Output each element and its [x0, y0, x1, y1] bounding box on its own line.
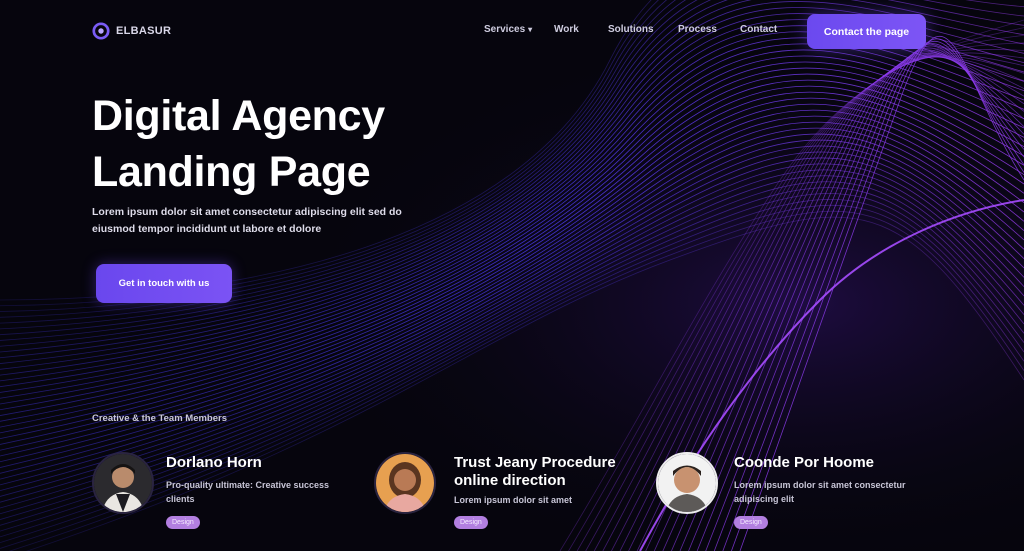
nav-item-solutions[interactable]: Solutions — [608, 24, 654, 35]
nav-label: Contact — [740, 24, 778, 35]
avatar — [656, 452, 718, 514]
chevron-down-icon: ▾ — [528, 25, 533, 34]
nav-label: Work — [554, 24, 579, 35]
hero-title: Digital Agency Landing Page — [92, 88, 385, 200]
avatar — [92, 452, 154, 514]
brand-name: ELBASUR — [116, 25, 172, 37]
hero-title-line-2: Landing Page — [92, 148, 371, 196]
hero-cta-button[interactable]: Get in touch with us — [96, 264, 232, 303]
member-name: Trust Jeany Procedure online direction — [454, 454, 616, 489]
nav-item-process[interactable]: Process — [678, 24, 717, 35]
team-card[interactable]: Dorlano Horn Pro-quality ultimate: Creat… — [92, 452, 362, 537]
nav-item-work[interactable]: Work — [554, 24, 579, 35]
member-description: Lorem ipsum dolor sit amet — [454, 495, 573, 505]
nav-item-contact[interactable]: Contact — [740, 24, 777, 35]
member-description: Lorem ipsum dolor sit amet consectetur a… — [734, 480, 906, 504]
nav-label: Services — [484, 24, 526, 35]
member-tag: Design — [454, 516, 488, 529]
team-section-heading: Creative & the Team Members — [92, 413, 227, 424]
brand-logo[interactable]: ELBASUR — [92, 22, 171, 40]
team-card[interactable]: Trust Jeany Procedure online direction L… — [374, 452, 646, 537]
logo-icon — [92, 22, 110, 40]
member-name: Dorlano Horn — [166, 454, 262, 471]
nav-item-services[interactable]: Services ▾ — [484, 24, 532, 35]
member-description: Pro-quality ultimate: Creative success c… — [166, 480, 330, 504]
avatar — [374, 452, 436, 514]
nav-label: Solutions — [608, 24, 654, 35]
team-card[interactable]: Coonde Por Hoome Lorem ipsum dolor sit a… — [656, 452, 926, 537]
nav-label: Process — [678, 24, 717, 35]
hero-description: Lorem ipsum dolor sit amet consectetur a… — [92, 206, 402, 235]
header-cta-button[interactable]: Contact the page — [807, 14, 926, 49]
member-tag: Design — [166, 516, 200, 529]
member-name: Coonde Por Hoome — [734, 454, 875, 471]
member-tag: Design — [734, 516, 768, 529]
hero-title-line-1: Digital Agency — [92, 92, 385, 140]
